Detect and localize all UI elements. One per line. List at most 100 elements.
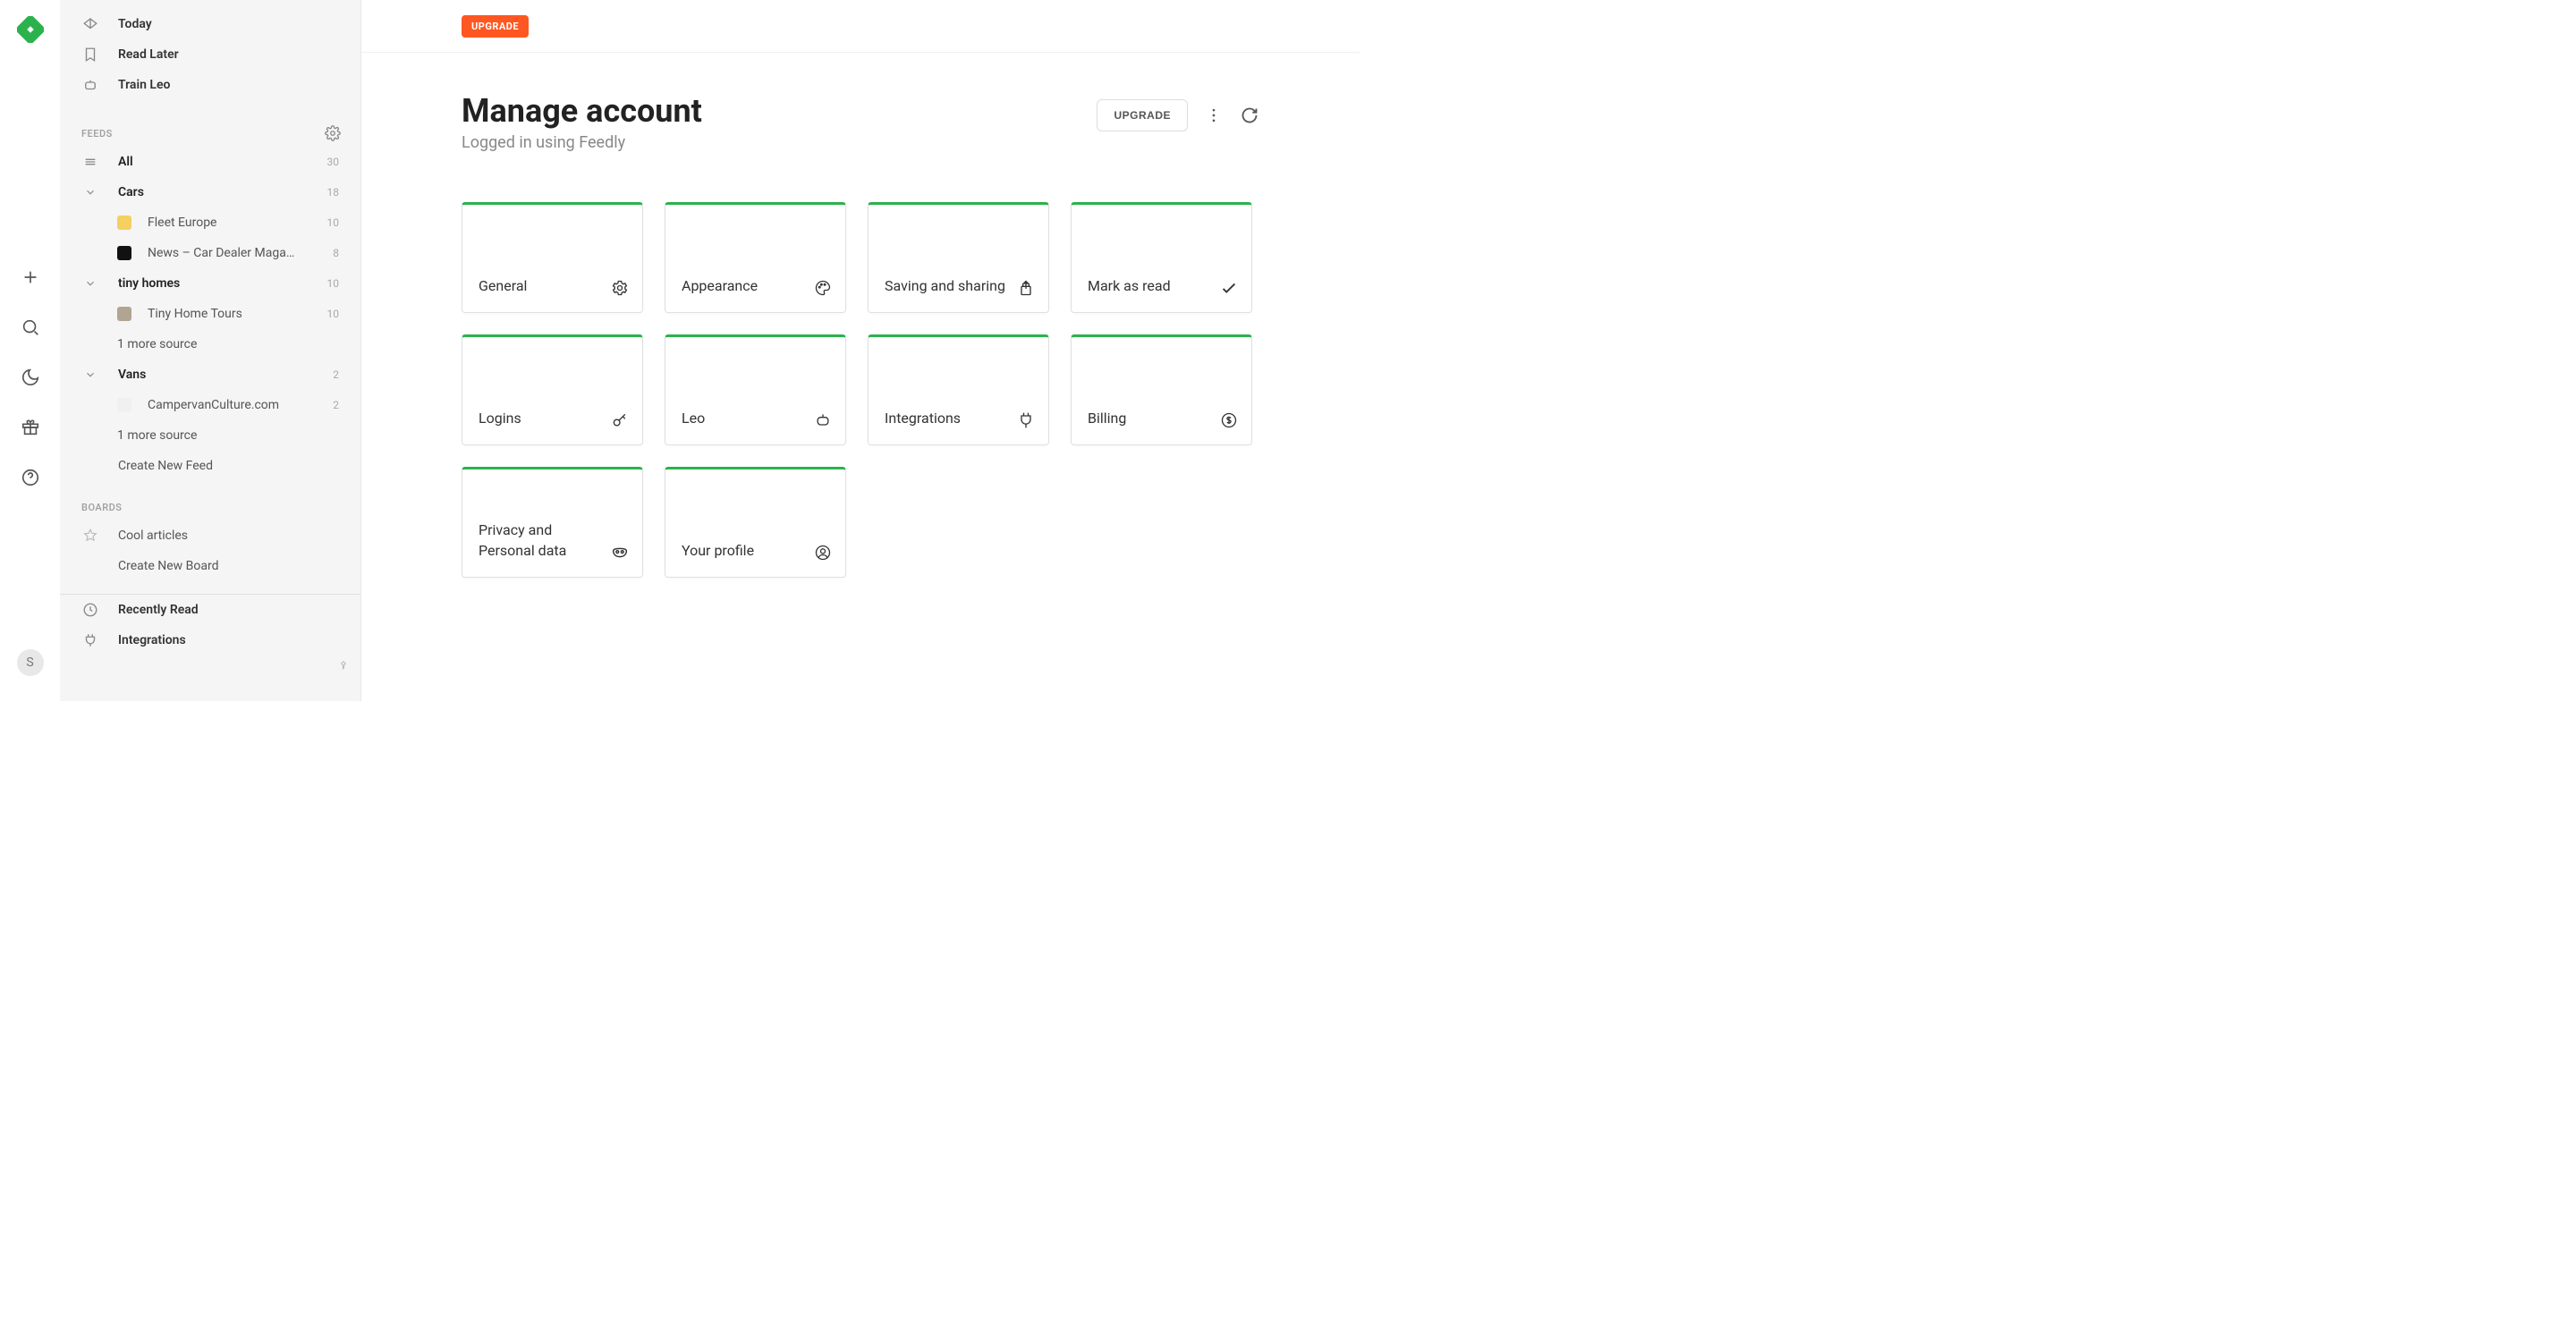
card-label: Saving and sharing (885, 276, 1007, 296)
link-label: Create New Feed (118, 459, 213, 473)
feed-folder[interactable]: tiny homes10 (60, 268, 360, 299)
sidebar-label: Integrations (118, 633, 186, 647)
refresh-icon[interactable] (1240, 106, 1259, 125)
gear-icon[interactable] (325, 125, 341, 141)
bookmark-icon (81, 46, 99, 63)
link-label: Create New Board (118, 559, 218, 573)
palette-icon (813, 278, 833, 298)
folder-count: 2 (333, 368, 339, 381)
folder-label: Cars (118, 185, 327, 199)
dollar-icon (1219, 410, 1239, 430)
sidebar-item-recently-read[interactable]: Recently Read (60, 595, 360, 625)
main: UPGRADE Manage account Logged in using F… (361, 0, 1360, 701)
feed-source[interactable]: Tiny Home Tours10 (60, 299, 360, 329)
feed-source[interactable]: News – Car Dealer Maga…8 (60, 238, 360, 268)
sidebar-item-read-later[interactable]: Read Later (60, 39, 360, 70)
settings-card[interactable]: Logins (462, 334, 643, 445)
card-label: General (479, 276, 601, 296)
favicon (117, 398, 131, 412)
add-icon[interactable] (20, 266, 41, 288)
sidebar-item-train-leo[interactable]: Train Leo (60, 70, 360, 100)
more-sources[interactable]: 1 more source (60, 420, 360, 451)
settings-card[interactable]: Integrations (868, 334, 1049, 445)
upgrade-button[interactable]: UPGRADE (1097, 99, 1188, 131)
card-label: Your profile (682, 541, 804, 561)
favicon (117, 246, 131, 260)
help-icon[interactable] (20, 467, 41, 488)
create-new-board[interactable]: Create New Board (60, 551, 360, 581)
upgrade-pill[interactable]: UPGRADE (462, 15, 529, 38)
chevron-down-icon (81, 277, 99, 290)
card-label: Billing (1088, 409, 1210, 428)
moon-icon[interactable] (20, 367, 41, 388)
bot-icon (813, 410, 833, 430)
sidebar-item-integrations[interactable]: Integrations (60, 625, 360, 655)
feed-folder[interactable]: Vans2 (60, 359, 360, 390)
source-label: Tiny Home Tours (148, 307, 327, 321)
cards-grid: General Appearance Saving and sharing Mark … (462, 202, 1259, 578)
app-rail: S (0, 0, 60, 701)
feed-count: 30 (327, 156, 340, 168)
search-icon[interactable] (20, 317, 41, 338)
settings-card[interactable]: Appearance (665, 202, 846, 313)
feed-source[interactable]: CampervanCulture.com2 (60, 390, 360, 420)
sidebar-item-today[interactable]: Today (60, 9, 360, 39)
feed-label: All (118, 155, 327, 169)
gear-icon (610, 278, 630, 298)
person-icon (813, 543, 833, 562)
chevron-down-icon (81, 368, 99, 381)
sidebar-section-boards: BOARDS (60, 494, 360, 520)
key-icon (610, 410, 630, 430)
leo-icon (81, 76, 99, 94)
settings-card[interactable]: Privacy and Personal data (462, 467, 643, 578)
settings-card[interactable]: Your profile (665, 467, 846, 578)
chevron-down-icon (81, 186, 99, 199)
settings-card[interactable]: Leo (665, 334, 846, 445)
favicon (117, 216, 131, 230)
folder-label: Vans (118, 368, 333, 382)
source-label: CampervanCulture.com (148, 398, 333, 412)
source-count: 10 (327, 216, 340, 229)
feed-source[interactable]: Fleet Europe10 (60, 207, 360, 238)
settings-card[interactable]: Saving and sharing (868, 202, 1049, 313)
feed-folder[interactable]: Cars18 (60, 177, 360, 207)
check-icon (1219, 278, 1239, 298)
source-label: News – Car Dealer Maga… (148, 246, 333, 260)
settings-card[interactable]: Billing (1071, 334, 1252, 445)
header-row: Manage account Logged in using Feedly UP… (462, 92, 1259, 152)
source-count: 8 (333, 247, 339, 259)
header-actions: UPGRADE (1097, 99, 1259, 131)
sidebar-label: Read Later (118, 47, 179, 62)
card-label: Leo (682, 409, 804, 428)
board-item[interactable]: Cool articles (60, 520, 360, 551)
more-sources[interactable]: 1 more source (60, 329, 360, 359)
topbar: UPGRADE (361, 0, 1360, 53)
card-label: Appearance (682, 276, 804, 296)
card-label: Mark as read (1088, 276, 1210, 296)
more-icon[interactable] (1204, 106, 1224, 125)
page-subtitle: Logged in using Feedly (462, 133, 702, 152)
mask-icon (610, 543, 630, 562)
card-label: Integrations (885, 409, 1007, 428)
sidebar-label: Train Leo (118, 78, 170, 92)
clock-icon (81, 601, 99, 619)
section-label: FEEDS (81, 128, 113, 140)
settings-card[interactable]: Mark as read (1071, 202, 1252, 313)
feed-all[interactable]: All 30 (60, 147, 360, 177)
pin-icon[interactable] (337, 660, 350, 672)
sidebar: Today Read Later Train Leo FEEDS All 30 … (60, 0, 361, 701)
feedly-logo[interactable] (17, 16, 44, 43)
source-label: Fleet Europe (148, 216, 327, 230)
folder-label: tiny homes (118, 276, 327, 291)
plug-icon (81, 631, 99, 649)
plug-icon (1016, 410, 1036, 430)
share-icon (1016, 278, 1036, 298)
sidebar-section-feeds: FEEDS (60, 120, 360, 147)
avatar[interactable]: S (17, 649, 44, 676)
create-new-feed[interactable]: Create New Feed (60, 451, 360, 481)
sidebar-label: Today (118, 17, 152, 31)
gift-icon[interactable] (20, 417, 41, 438)
settings-card[interactable]: General (462, 202, 643, 313)
section-label: BOARDS (81, 502, 122, 513)
source-count: 2 (333, 399, 339, 411)
